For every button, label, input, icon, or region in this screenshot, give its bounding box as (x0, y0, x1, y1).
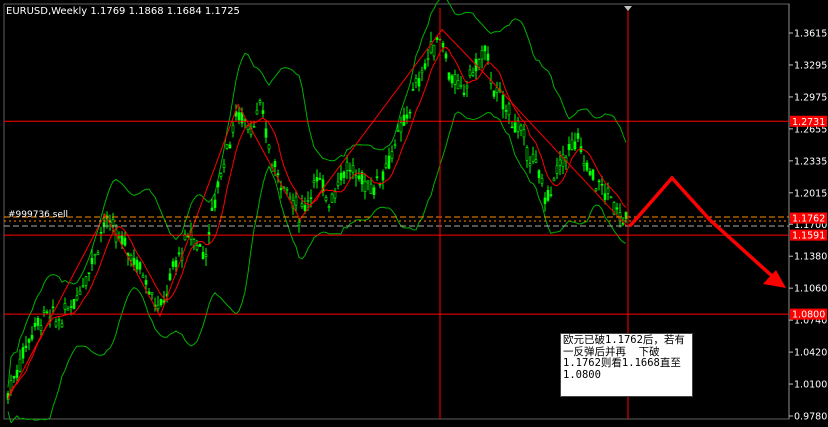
price-tick-label: 1.2335 (794, 156, 827, 167)
level-price-label: 1.0800 (792, 310, 825, 321)
chart-area[interactable]: 1.3615 1.3295 1.2975 1.2655 1.2335 1.2015 1.17… (0, 0, 828, 424)
analysis-note[interactable]: 欧元已破1.1762后，若有 一反弹后并再 下破 1.1762则看1.1668直… (560, 333, 693, 397)
price-tick-label: 1.2975 (794, 92, 827, 103)
price-chart[interactable]: 1.36151.32951.29751.26551.23351.20151.17… (0, 0, 828, 424)
level-price-label: 1.1591 (792, 231, 825, 242)
level-price-label: 1.1762 (792, 214, 825, 225)
level-price-label: 1.2731 (792, 117, 825, 128)
price-tick-label: 1.1380 (794, 252, 827, 263)
candle (72, 298, 76, 310)
order-label[interactable]: #999736 sell (8, 210, 68, 220)
price-tick-label: 1.0100 (794, 380, 827, 391)
price-tick-label: 1.0420 (794, 348, 827, 359)
price-tick-label: 1.2015 (794, 188, 827, 199)
price-tick-label: 1.1060 (794, 284, 827, 295)
ohlc-values: 1.1769 1.1868 1.1684 1.1725 (90, 6, 240, 17)
symbol-timeframe: EURUSD,Weekly (6, 6, 88, 17)
chart-header: EURUSD,Weekly 1.1769 1.1868 1.1684 1.172… (6, 6, 240, 17)
price-tick-label: 0.9780 (794, 412, 827, 423)
candle (591, 168, 595, 182)
price-tick-label: 1.3295 (794, 60, 827, 71)
price-tick-label: 1.3615 (794, 29, 827, 40)
candle (330, 192, 334, 204)
